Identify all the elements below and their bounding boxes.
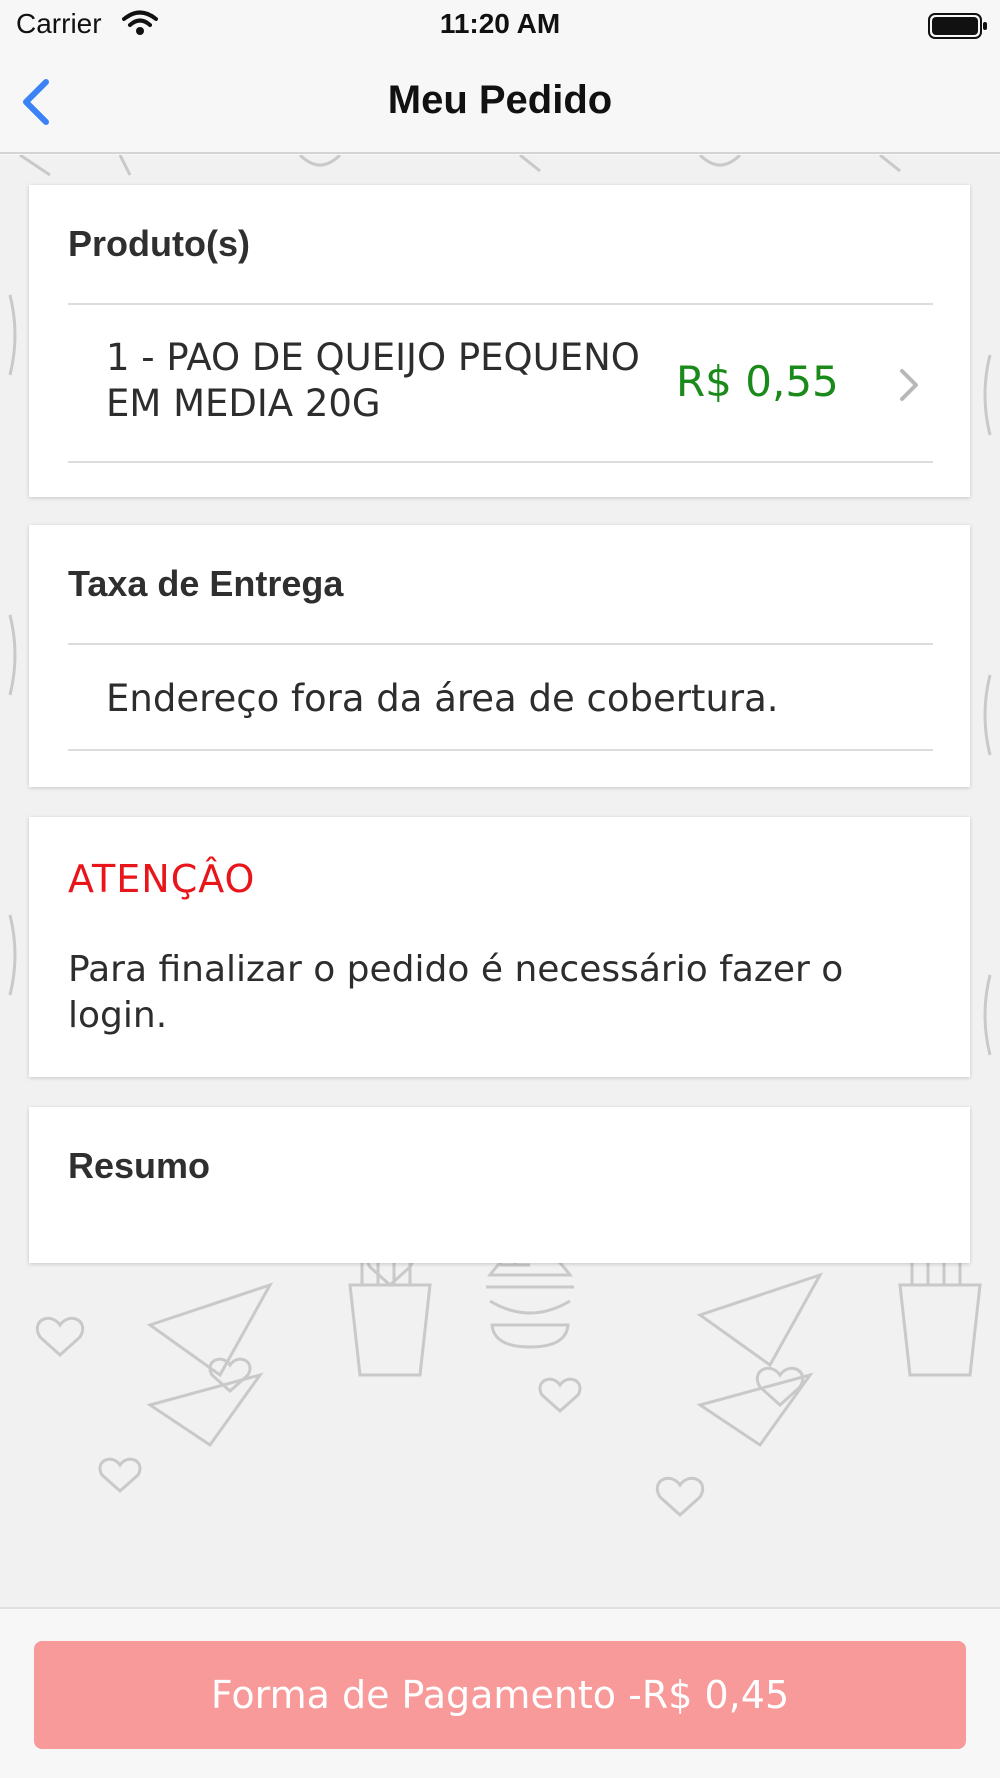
divider [68, 749, 933, 751]
warning-title: ATENÇÂO [68, 857, 256, 901]
delivery-fee-card: Taxa de Entrega Endereço fora da área de… [29, 525, 970, 787]
battery-icon [928, 13, 987, 39]
divider [68, 643, 933, 645]
products-card: Produto(s) 1 - PAO DE QUEIJO PEQUENO EM … [29, 185, 970, 497]
product-price: R$ 0,55 [676, 357, 839, 406]
payment-method-button[interactable]: Forma de Pagamento -R$ 0,45 [34, 1641, 966, 1749]
bottom-bar: Forma de Pagamento -R$ 0,45 [0, 1607, 1000, 1778]
order-content[interactable]: Produto(s) 1 - PAO DE QUEIJO PEQUENO EM … [0, 155, 1000, 1607]
divider [68, 461, 933, 463]
chevron-right-icon [900, 369, 918, 401]
summary-card: Resumo [29, 1107, 970, 1263]
status-bar: Carrier 11:20 AM [0, 0, 1000, 50]
login-warning-card: ATENÇÂO Para finalizar o pedido é necess… [29, 817, 970, 1077]
summary-section-title: Resumo [68, 1145, 211, 1186]
status-time: 11:20 AM [439, 8, 561, 39]
delivery-section-title: Taxa de Entrega [68, 563, 344, 604]
product-item[interactable]: 1 - PAO DE QUEIJO PEQUENO EM MEDIA 20G R… [68, 305, 933, 463]
warning-message: Para finalizar o pedido é necessário faz… [68, 949, 844, 1036]
page-title: Meu Pedido [387, 78, 613, 122]
products-section-title: Produto(s) [68, 223, 250, 264]
navigation-bar: Meu Pedido [0, 50, 1000, 154]
delivery-fee-message: Endereço fora da área de cobertura. [106, 677, 779, 720]
product-name: 1 - PAO DE QUEIJO PEQUENO EM MEDIA 20G [106, 336, 640, 425]
